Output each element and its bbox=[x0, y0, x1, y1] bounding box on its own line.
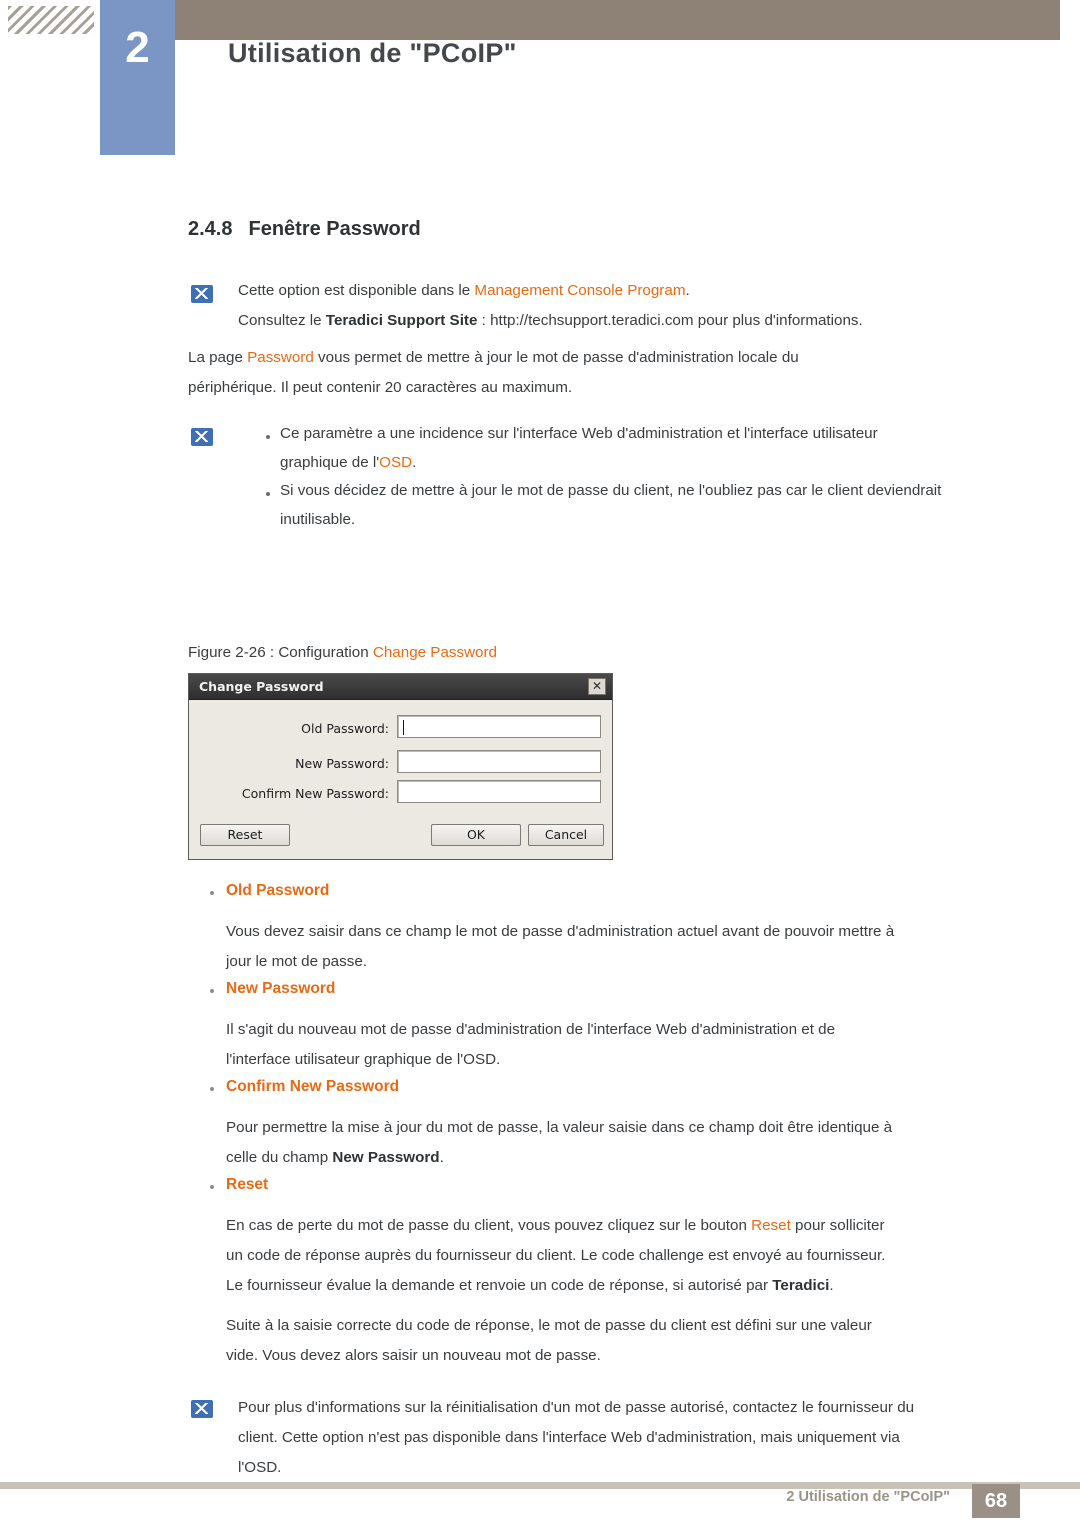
note-1-line-1-a: Cette option est disponible dans le bbox=[238, 282, 475, 299]
item-1-line-0: Il s'agit du nouveau mot de passe d'admi… bbox=[226, 1021, 836, 1038]
item-heading-old-password: Old Password bbox=[226, 882, 330, 899]
item-3-line-2: un code de réponse auprès du fournisseur… bbox=[226, 1247, 886, 1264]
item-3-l0-a: En cas de perte du mot de passe du clien… bbox=[226, 1217, 752, 1234]
note-2-keyword-osd: OSD bbox=[379, 454, 413, 471]
item-2-line-1-a: celle du champ bbox=[226, 1149, 333, 1166]
item-3-line-5: Suite à la saisie correcte du code de ré… bbox=[226, 1317, 872, 1334]
dialog-body: Old Password: New Password: Confirm New … bbox=[189, 700, 612, 859]
note-3-line-2: client. Cette option n'est pas disponibl… bbox=[238, 1429, 900, 1446]
note-1-bold-teradici-support: Teradici Support Site bbox=[325, 312, 478, 329]
item-bullet bbox=[210, 1087, 214, 1091]
header-right-margin bbox=[1060, 0, 1080, 40]
note-icon bbox=[191, 428, 213, 446]
new-password-input[interactable] bbox=[397, 750, 601, 773]
item-bullet bbox=[210, 891, 214, 895]
note-2-bullet-2 bbox=[266, 492, 270, 496]
figure-caption-a: Figure 2-26 : Configuration bbox=[188, 644, 373, 661]
item-bullet bbox=[210, 989, 214, 993]
note-1-line-1-c: . bbox=[685, 282, 690, 299]
note-2-b1-l2-c: . bbox=[412, 454, 417, 471]
item-2-line-1-tail: . bbox=[439, 1149, 444, 1166]
section-title-text: Fenêtre Password bbox=[248, 218, 421, 240]
note-2-bullet-1-line-2: graphique de l'OSD. bbox=[280, 447, 1040, 478]
note-3-line-1: Pour plus d'informations sur la réinitia… bbox=[238, 1399, 915, 1416]
note-icon bbox=[191, 285, 213, 303]
footer-rule bbox=[0, 1482, 1080, 1489]
section-title: 2.4.8 Fenêtre Password bbox=[188, 218, 421, 241]
confirm-new-password-label: Confirm New Password: bbox=[241, 786, 389, 801]
reset-button[interactable]: Reset bbox=[200, 824, 290, 846]
item-3-l0-b: pour solliciter bbox=[790, 1217, 885, 1234]
note-2-b1-l2-a: graphique de l' bbox=[280, 454, 380, 471]
note-3-line-3: l'OSD. bbox=[238, 1459, 282, 1476]
dialog-title: Change Password bbox=[199, 679, 324, 694]
note-1-line-2-a: Consultez le bbox=[238, 312, 326, 329]
note-2-bullet-2-line-1: Si vous décidez de mettre à jour le mot … bbox=[280, 482, 942, 499]
old-password-label: Old Password: bbox=[301, 721, 389, 736]
section-number: 2.4.8 bbox=[188, 218, 233, 240]
item-heading-reset: Reset bbox=[226, 1176, 269, 1193]
item-3-inline-teradici: Teradici bbox=[772, 1277, 830, 1294]
cancel-button[interactable]: Cancel bbox=[528, 824, 604, 846]
item-2-inline-new-password: New Password bbox=[332, 1149, 440, 1166]
item-3-line-0: En cas de perte du mot de passe du clien… bbox=[226, 1210, 1036, 1241]
intro-keyword-password: Password bbox=[247, 349, 314, 366]
chapter-title: Utilisation de "PCoIP" bbox=[228, 38, 517, 68]
ok-button[interactable]: OK bbox=[431, 824, 521, 846]
item-2-line-1: celle du champ New Password. bbox=[226, 1142, 1036, 1173]
change-password-dialog: Change Password ✕ Old Password: New Pass… bbox=[188, 673, 613, 860]
intro-line-1-a: La page bbox=[188, 349, 248, 366]
item-3-line-3: Le fournisseur évalue la demande et renv… bbox=[226, 1270, 1036, 1301]
footer-chapter-text: 2 Utilisation de "PCoIP" bbox=[786, 1489, 950, 1505]
confirm-new-password-input[interactable] bbox=[397, 780, 601, 803]
item-0-line-1: jour le mot de passe. bbox=[226, 953, 367, 970]
note-2-bullet-1-line-1: Ce paramètre a une incidence sur l'inter… bbox=[280, 425, 878, 442]
new-password-label: New Password: bbox=[295, 756, 389, 771]
dialog-title-bar: Change Password ✕ bbox=[189, 674, 612, 700]
note-1-line-2-c: : http://techsupport.teradici.com pour p… bbox=[477, 312, 863, 329]
item-bullet bbox=[210, 1185, 214, 1189]
item-2-line-0: Pour permettre la mise à jour du mot de … bbox=[226, 1119, 893, 1136]
item-3-inline-reset: Reset bbox=[751, 1217, 791, 1234]
item-0-line-0: Vous devez saisir dans ce champ le mot d… bbox=[226, 923, 895, 940]
header-hatch-decoration bbox=[0, 0, 100, 40]
item-heading-new-password: New Password bbox=[226, 980, 336, 997]
old-password-input[interactable] bbox=[397, 715, 601, 738]
item-3-l3-tail: . bbox=[829, 1277, 834, 1294]
note-icon bbox=[191, 1400, 213, 1418]
figure-caption: Figure 2-26 : Configuration Change Passw… bbox=[188, 644, 497, 661]
text-caret bbox=[403, 720, 404, 735]
page-number-badge: 68 bbox=[972, 1484, 1020, 1518]
intro-line-1: La page Password vous permet de mettre à… bbox=[188, 342, 1018, 373]
chapter-number-badge: 2 bbox=[100, 0, 175, 155]
item-1-line-1: l'interface utilisateur graphique de l'O… bbox=[226, 1051, 501, 1068]
item-3-l3-a: Le fournisseur évalue la demande et renv… bbox=[226, 1277, 773, 1294]
note-2-bullet-2-line-2: inutilisable. bbox=[280, 511, 356, 528]
note-1-line-1: Cette option est disponible dans le Mana… bbox=[238, 275, 1028, 306]
intro-line-2: périphérique. Il peut contenir 20 caract… bbox=[188, 379, 573, 396]
close-icon[interactable]: ✕ bbox=[588, 678, 606, 695]
note-1-link-management-console: Management Console Program bbox=[474, 282, 686, 299]
note-1-line-2: Consultez le Teradici Support Site : htt… bbox=[238, 305, 1038, 336]
intro-line-1-c: vous permet de mettre à jour le mot de p… bbox=[313, 349, 799, 366]
note-2-bullet-1 bbox=[266, 435, 270, 439]
item-3-line-6: vide. Vous devez alors saisir un nouveau… bbox=[226, 1347, 601, 1364]
item-heading-confirm-new-password: Confirm New Password bbox=[226, 1078, 400, 1095]
figure-caption-highlight: Change Password bbox=[372, 644, 497, 661]
